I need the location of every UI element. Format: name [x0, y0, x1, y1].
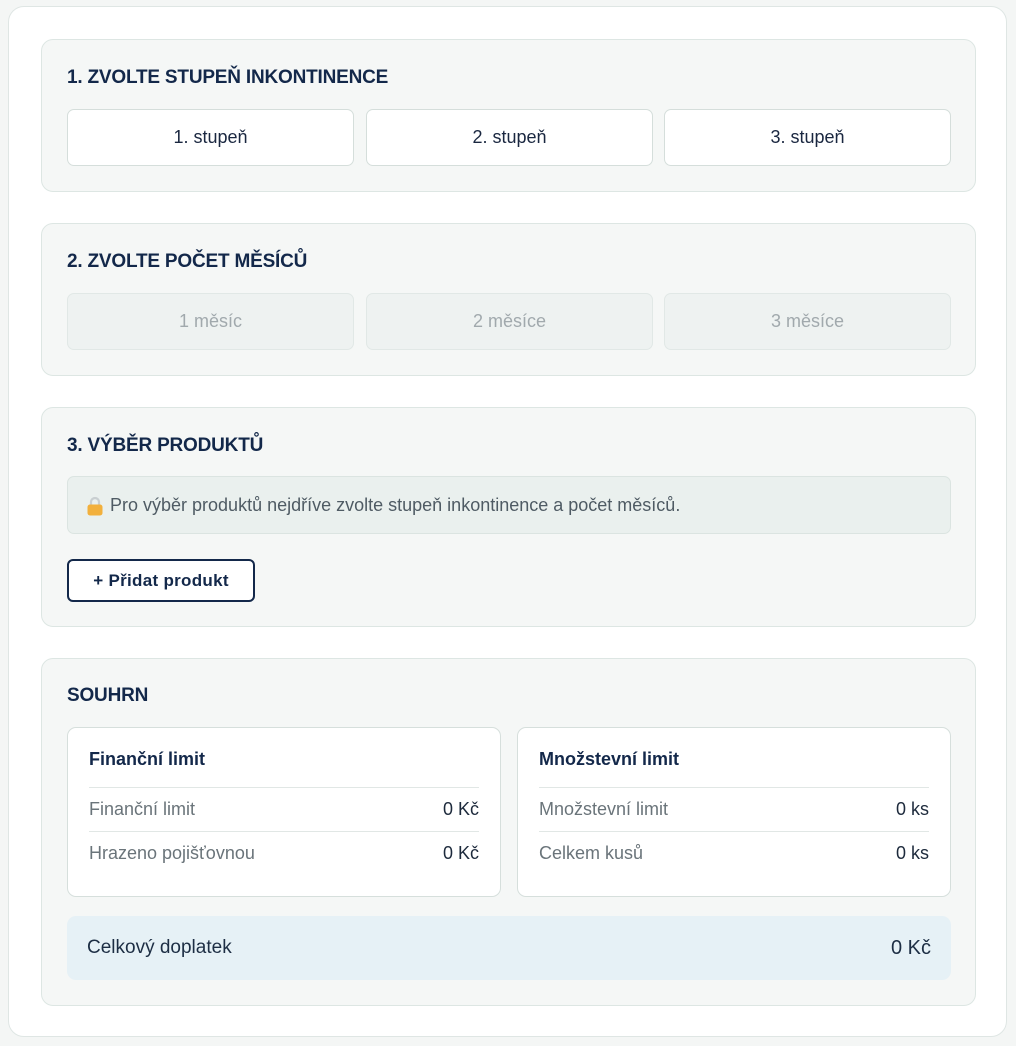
- card-title: Finanční limit: [89, 749, 206, 769]
- lock-icon: [86, 496, 104, 516]
- row-value: 0 Kč: [442, 799, 479, 819]
- summary-section: SOUHRN Finanční limit Finanční limit 0 K…: [41, 658, 976, 1006]
- row-value: 0 ks: [895, 843, 929, 863]
- total-value: 0 Kč: [890, 936, 931, 959]
- calculator-panel: 1. ZVOLTE STUPEŇ INKONTINENCE 1. stupeň …: [8, 6, 1007, 1037]
- section-title: SOUHRN: [67, 685, 149, 706]
- add-product-button[interactable]: + Přidat produkt: [67, 559, 255, 602]
- month-3-button[interactable]: 3 měsíce: [664, 293, 951, 350]
- incontinence-level-section: 1. ZVOLTE STUPEŇ INKONTINENCE 1. stupeň …: [41, 39, 976, 192]
- level-3-button[interactable]: 3. stupeň: [664, 109, 951, 166]
- row-value: 0 Kč: [442, 843, 479, 863]
- month-2-button[interactable]: 2 měsíce: [366, 293, 653, 350]
- card-title: Množstevní limit: [539, 749, 680, 769]
- row-label: Finanční limit: [89, 799, 196, 819]
- level-2-button[interactable]: 2. stupeň: [366, 109, 653, 166]
- section-title: 2. ZVOLTE POČET MĚSÍCŮ: [67, 251, 308, 272]
- info-text: Pro výběr produktů nejdříve zvolte stupe…: [110, 494, 681, 515]
- summary-row: Hrazeno pojišťovnou 0 Kč: [89, 831, 479, 875]
- row-label: Hrazeno pojišťovnou: [89, 843, 255, 863]
- row-label: Množstevní limit: [539, 799, 669, 819]
- row-value: 0 ks: [895, 799, 929, 819]
- total-surcharge: Celkový doplatek 0 Kč: [67, 916, 951, 980]
- months-section: 2. ZVOLTE POČET MĚSÍCŮ 1 měsíc 2 měsíce …: [41, 223, 976, 376]
- total-label: Celkový doplatek: [87, 937, 232, 958]
- row-label: Celkem kusů: [539, 843, 644, 863]
- level-1-button[interactable]: 1. stupeň: [67, 109, 354, 166]
- financial-limit-card: Finanční limit Finanční limit 0 Kč Hraze…: [67, 727, 501, 897]
- product-selection-section: 3. VÝBĚR PRODUKTŮ Pro výběr produktů nej…: [41, 407, 976, 627]
- quantity-limit-card: Množstevní limit Množstevní limit 0 ks C…: [517, 727, 951, 897]
- info-notice: Pro výběr produktů nejdříve zvolte stupe…: [67, 476, 951, 534]
- month-1-button[interactable]: 1 měsíc: [67, 293, 354, 350]
- section-title: 1. ZVOLTE STUPEŇ INKONTINENCE: [67, 67, 389, 88]
- section-title: 3. VÝBĚR PRODUKTŮ: [67, 435, 264, 456]
- summary-row: Finanční limit 0 Kč: [89, 787, 479, 831]
- summary-row: Množstevní limit 0 ks: [539, 787, 929, 831]
- summary-row: Celkem kusů 0 ks: [539, 831, 929, 875]
